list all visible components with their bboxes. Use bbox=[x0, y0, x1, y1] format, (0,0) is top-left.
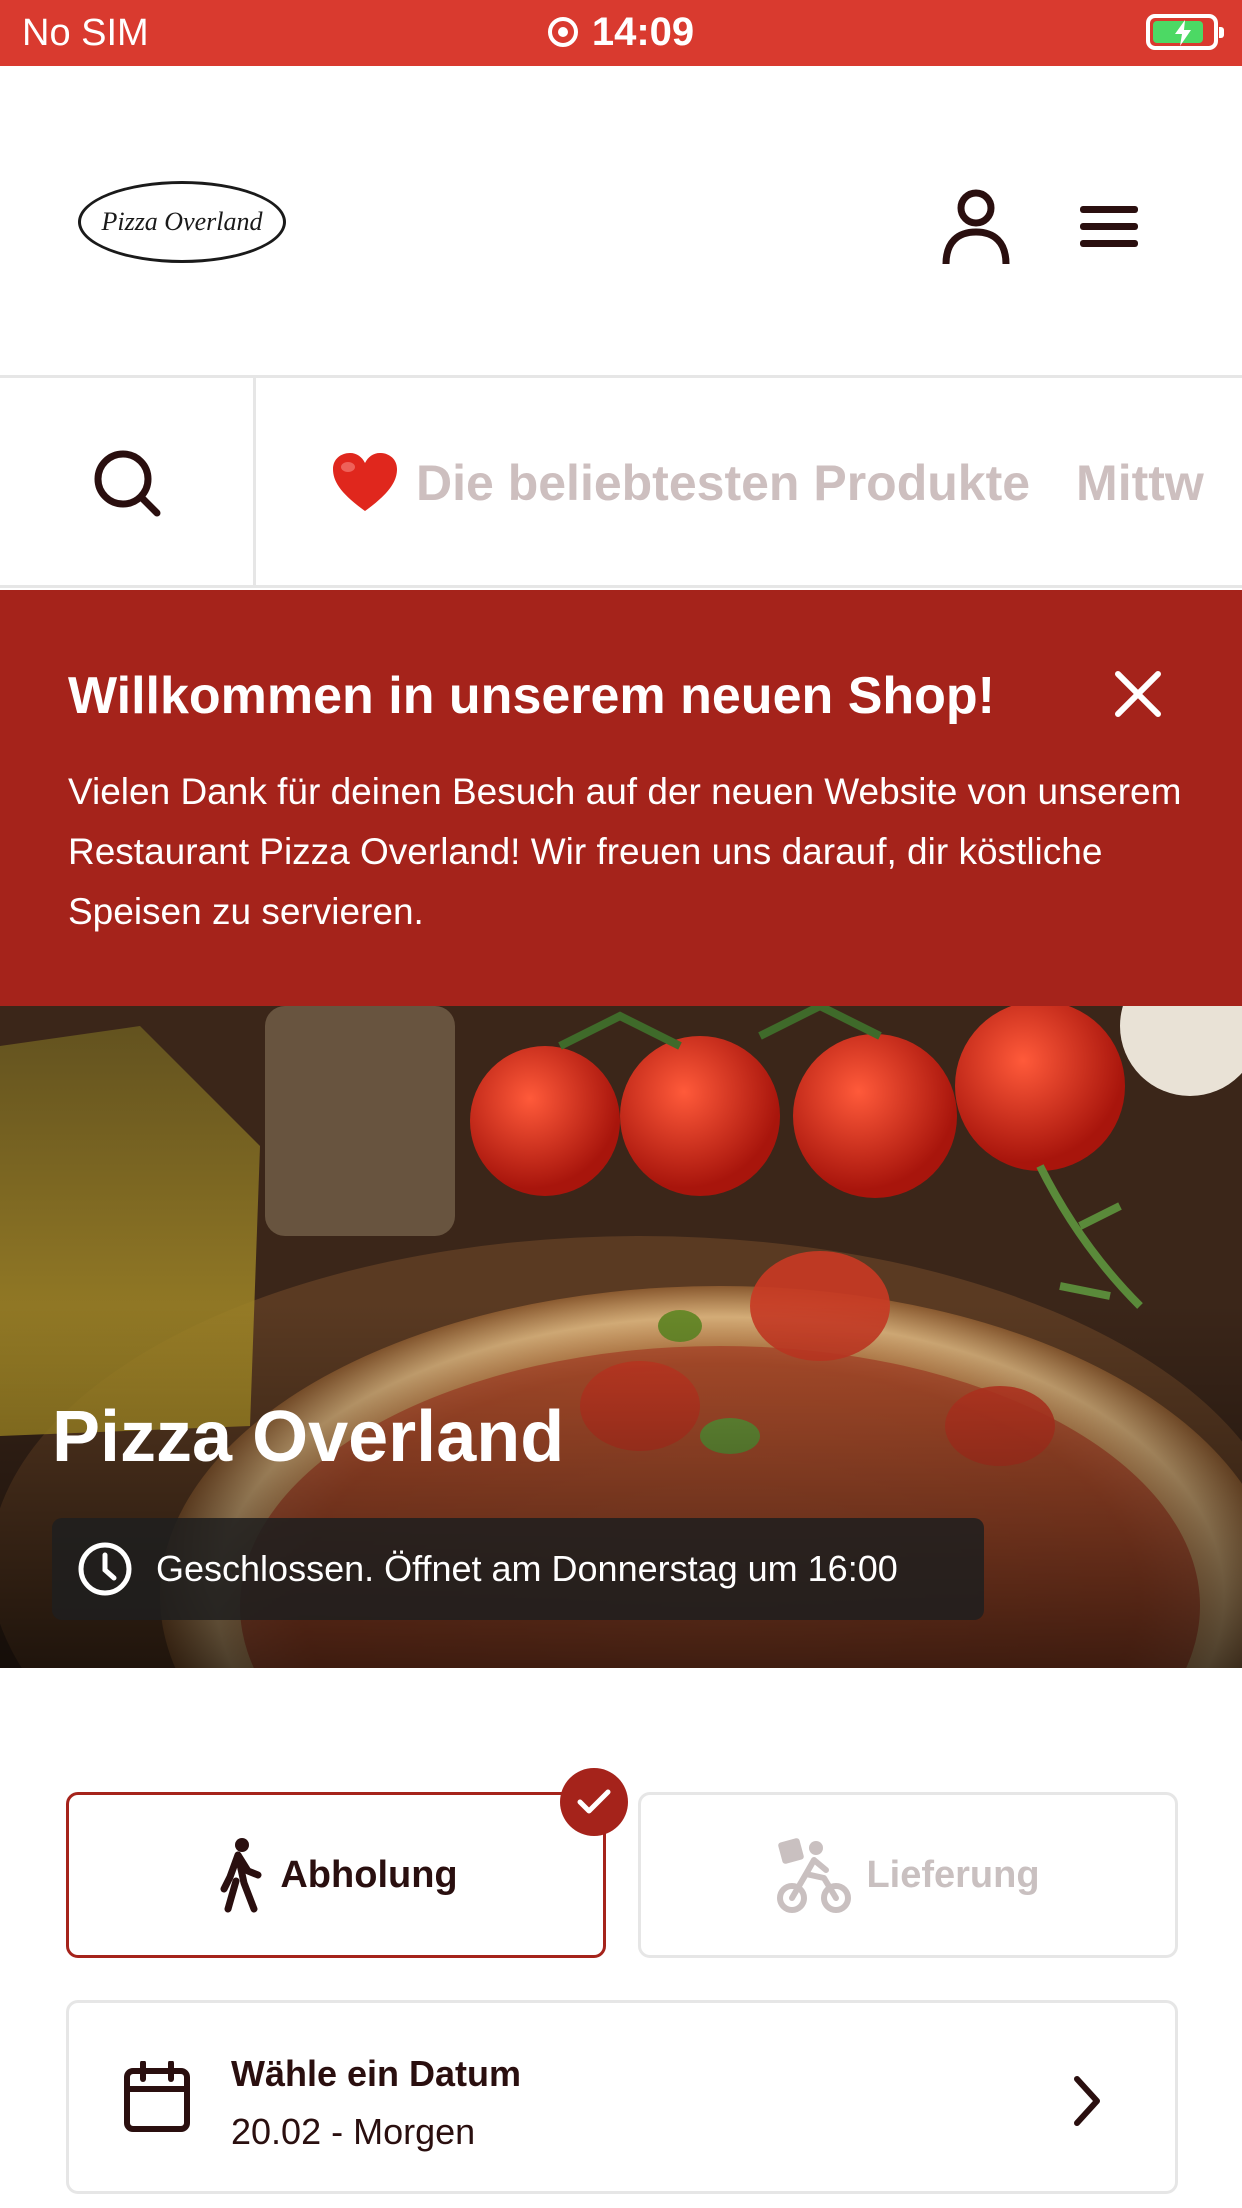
bicycle-courier-icon bbox=[777, 1838, 852, 1913]
chevron-right-icon bbox=[1074, 2076, 1100, 2126]
selected-check-icon bbox=[560, 1768, 628, 1836]
opening-hours-text: Geschlossen. Öffnet am Donnerstag um 16:… bbox=[156, 1548, 898, 1589]
battery-charging-icon bbox=[1146, 14, 1224, 50]
delivery-label: Lieferung bbox=[866, 1853, 1040, 1896]
restaurant-name: Pizza Overland bbox=[52, 1397, 565, 1477]
restaurant-logo[interactable]: Pizza Overland bbox=[78, 181, 286, 263]
category-tab-next[interactable]: Mittw bbox=[1076, 454, 1204, 512]
category-tab-label: Mittw bbox=[1076, 455, 1204, 511]
pickup-option-button[interactable]: Abholung bbox=[66, 1792, 606, 1958]
walking-person-icon bbox=[220, 1838, 262, 1913]
delivery-option-button[interactable]: Lieferung bbox=[638, 1792, 1178, 1958]
category-tab-label: Die beliebtesten Produkte bbox=[416, 455, 1031, 511]
search-icon bbox=[94, 450, 160, 517]
pickup-label: Abholung bbox=[280, 1853, 458, 1896]
date-picker-row[interactable]: Wähle ein Datum 20.02 - Morgen bbox=[66, 2000, 1178, 2194]
search-button[interactable] bbox=[0, 378, 256, 585]
clock-icon bbox=[78, 1542, 132, 1596]
screen-record-icon bbox=[547, 17, 578, 47]
close-icon[interactable] bbox=[1112, 668, 1164, 720]
heart-icon bbox=[333, 453, 397, 511]
status-time-group: 14:09 bbox=[0, 10, 1242, 55]
category-tab-popular[interactable]: Die beliebtesten Produkte bbox=[330, 451, 1030, 515]
opening-hours-pill: Geschlossen. Öffnet am Donnerstag um 16:… bbox=[52, 1518, 984, 1620]
banner-title: Willkommen in unserem neuen Shop! bbox=[68, 667, 995, 725]
welcome-banner: Willkommen in unserem neuen Shop! Vielen… bbox=[0, 590, 1242, 1006]
date-picker-label: Wähle ein Datum bbox=[231, 2053, 522, 2094]
date-picker-value: 20.02 - Morgen bbox=[231, 2111, 476, 2152]
calendar-icon bbox=[124, 2061, 190, 2132]
category-bar: Die beliebtesten Produkte Mittw bbox=[0, 378, 1242, 588]
user-account-icon[interactable] bbox=[940, 186, 1012, 266]
category-tabs: Die beliebtesten Produkte Mittw bbox=[330, 378, 1242, 585]
site-header: Pizza Overland bbox=[0, 66, 1242, 378]
hamburger-menu-icon[interactable] bbox=[1076, 196, 1142, 256]
status-bar: No SIM 14:09 bbox=[0, 0, 1242, 66]
banner-text: Vielen Dank für deinen Besuch auf der ne… bbox=[68, 771, 1182, 932]
status-time: 14:09 bbox=[591, 10, 695, 54]
hero-image: Pizza Overland Geschlossen. Öffnet am Do… bbox=[0, 1006, 1242, 1668]
